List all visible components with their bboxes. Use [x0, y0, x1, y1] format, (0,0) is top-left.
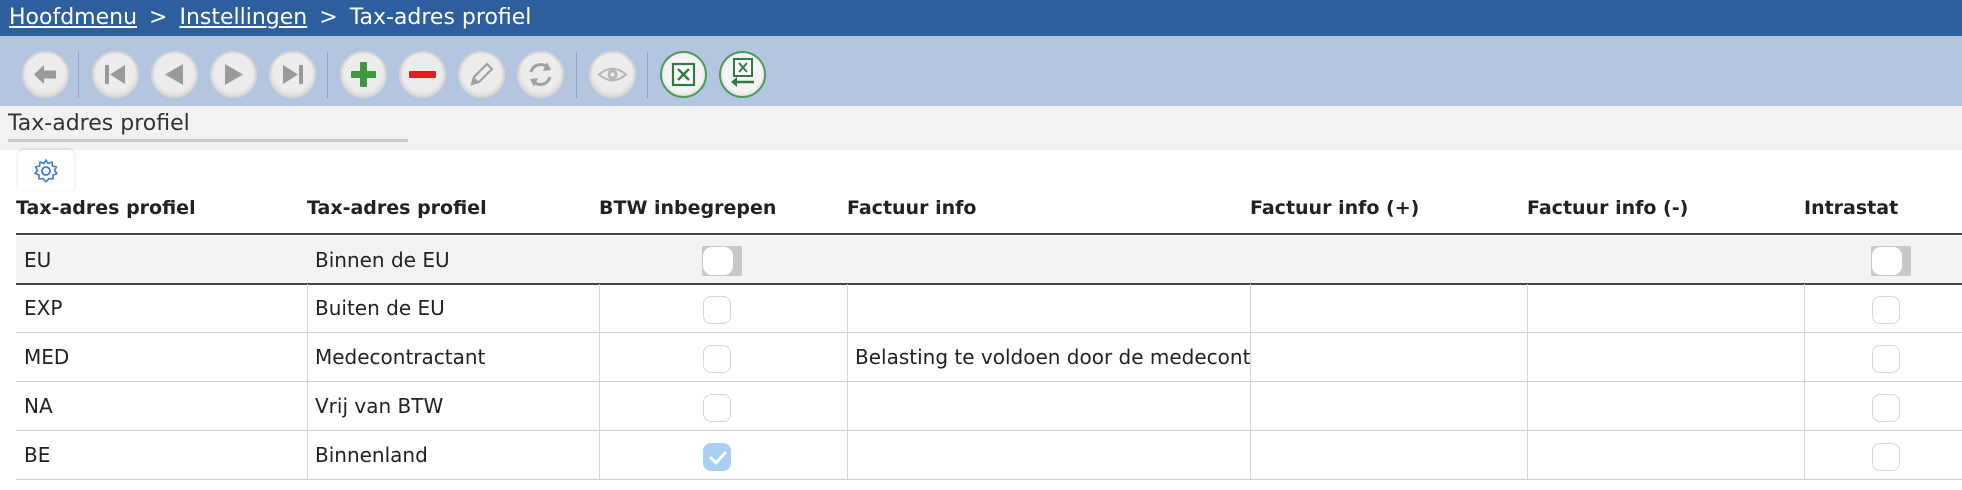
- delete-button[interactable]: [399, 51, 446, 98]
- checkbox-intrastat[interactable]: [1871, 246, 1911, 276]
- cell-name[interactable]: Binnen de EU: [307, 236, 599, 284]
- checkbox-btw-inbegrepen[interactable]: [703, 296, 731, 324]
- export-excel-icon: [671, 62, 696, 87]
- cell-factuur-info-min[interactable]: [1527, 284, 1804, 332]
- add-button[interactable]: [340, 51, 387, 98]
- column-divider: [599, 333, 600, 381]
- column-divider: [1804, 333, 1805, 381]
- view-icon: [597, 67, 628, 82]
- cell-factuur-info-plus[interactable]: [1250, 431, 1527, 479]
- column-divider: [599, 284, 600, 332]
- back-icon: [34, 65, 56, 84]
- cell-factuur-info-min[interactable]: [1527, 431, 1804, 479]
- cell-factuur-info[interactable]: Belasting te voldoen door de medecontr: [847, 333, 1250, 381]
- next-record-button[interactable]: [210, 51, 257, 98]
- checkmark-icon: [709, 451, 727, 465]
- column-divider: [1804, 284, 1805, 332]
- checkbox-btw-inbegrepen[interactable]: [703, 345, 731, 373]
- edit-button[interactable]: [458, 51, 505, 98]
- refresh-button[interactable]: [517, 51, 564, 98]
- toolbar: [0, 36, 1962, 106]
- cell-factuur-info[interactable]: [847, 431, 1250, 479]
- toolbar-separator: [78, 52, 79, 98]
- table-row[interactable]: MED Medecontractant Belasting te voldoen d…: [16, 333, 1962, 382]
- column-divider: [599, 431, 600, 479]
- cell-code[interactable]: NA: [16, 382, 307, 430]
- column-header-intrastat[interactable]: Intrastat: [1804, 190, 1962, 234]
- column-divider: [1804, 382, 1805, 430]
- first-icon: [105, 65, 125, 84]
- checkbox-btw-inbegrepen[interactable]: [703, 394, 731, 422]
- cell-factuur-info[interactable]: [847, 382, 1250, 430]
- table-row[interactable]: NA Vrij van BTW: [16, 382, 1962, 431]
- breadcrumb-separator: >: [149, 5, 168, 30]
- last-icon: [283, 65, 303, 84]
- table-row[interactable]: BE Binnenland: [16, 431, 1962, 480]
- toolbar-separator: [576, 52, 577, 98]
- cell-code[interactable]: MED: [16, 333, 307, 381]
- checkbox-intrastat[interactable]: [1872, 345, 1900, 373]
- edit-icon: [470, 62, 494, 86]
- column-header-factuur-info-min[interactable]: Factuur info (-): [1527, 190, 1802, 234]
- title-underline: [8, 139, 408, 142]
- add-icon: [351, 62, 376, 87]
- cell-code[interactable]: BE: [16, 431, 307, 479]
- cell-code[interactable]: EU: [16, 236, 307, 284]
- delete-icon: [409, 71, 436, 78]
- column-header-name[interactable]: Tax-adres profiel: [307, 190, 597, 234]
- cell-factuur-info-plus[interactable]: [1250, 333, 1527, 381]
- next-icon: [225, 64, 243, 85]
- breadcrumb-separator: >: [319, 5, 338, 30]
- previous-record-button[interactable]: [151, 51, 198, 98]
- cell-name[interactable]: Buiten de EU: [307, 284, 599, 332]
- table-row[interactable]: EU Binnen de EU: [16, 236, 1962, 285]
- cell-factuur-info-plus[interactable]: [1250, 236, 1527, 284]
- cell-factuur-info-plus[interactable]: [1250, 382, 1527, 430]
- grid-settings-tab[interactable]: [18, 150, 74, 190]
- first-record-button[interactable]: [92, 51, 139, 98]
- cell-name[interactable]: Vrij van BTW: [307, 382, 599, 430]
- last-record-button[interactable]: [269, 51, 316, 98]
- back-button[interactable]: [22, 51, 69, 98]
- refresh-icon: [529, 62, 552, 87]
- cell-factuur-info-min[interactable]: [1527, 333, 1804, 381]
- checkbox-btw-inbegrepen[interactable]: [702, 246, 742, 276]
- checkbox-intrastat[interactable]: [1872, 296, 1900, 324]
- import-excel-icon: [731, 58, 754, 87]
- cell-factuur-info-min[interactable]: [1527, 382, 1804, 430]
- cell-factuur-info[interactable]: [847, 236, 1250, 284]
- breadcrumb-home-link[interactable]: Hoofdmenu: [9, 5, 137, 30]
- cell-factuur-info-min[interactable]: [1527, 236, 1804, 284]
- column-divider: [1804, 431, 1805, 479]
- page-header: Tax-adres profiel: [0, 106, 1962, 150]
- checkbox-intrastat-box: [1872, 247, 1902, 275]
- checkbox-btw-inbegrepen-box: [703, 247, 733, 275]
- column-header-btw-inbegrepen[interactable]: BTW inbegrepen: [599, 190, 844, 234]
- gear-icon: [34, 159, 58, 183]
- column-header-factuur-info[interactable]: Factuur info: [847, 190, 1247, 234]
- column-divider: [599, 382, 600, 430]
- cell-name[interactable]: Medecontractant: [307, 333, 599, 381]
- page-title: Tax-adres profiel: [8, 111, 190, 136]
- table-row[interactable]: EXP Buiten de EU: [16, 284, 1962, 333]
- checkbox-btw-inbegrepen[interactable]: [703, 443, 731, 471]
- breadcrumb: Hoofdmenu > Instellingen > Tax-adres profiel: [0, 0, 1962, 36]
- column-header-factuur-info-plus[interactable]: Factuur info (+): [1250, 190, 1525, 234]
- column-header-code[interactable]: Tax-adres profiel: [16, 190, 306, 234]
- breadcrumb-current: Tax-adres profiel: [349, 5, 532, 30]
- previous-icon: [165, 64, 183, 85]
- cell-factuur-info-plus[interactable]: [1250, 284, 1527, 332]
- toolbar-separator: [327, 52, 328, 98]
- header-divider: [16, 233, 1962, 235]
- cell-code[interactable]: EXP: [16, 284, 307, 332]
- view-button[interactable]: [589, 51, 636, 98]
- checkbox-intrastat[interactable]: [1872, 443, 1900, 471]
- cell-name[interactable]: Binnenland: [307, 431, 599, 479]
- toolbar-separator: [647, 52, 648, 98]
- export-excel-button[interactable]: [660, 51, 707, 98]
- cell-factuur-info[interactable]: [847, 284, 1250, 332]
- breadcrumb-settings-link[interactable]: Instellingen: [179, 5, 307, 30]
- import-excel-button[interactable]: [719, 51, 766, 98]
- checkbox-intrastat[interactable]: [1872, 394, 1900, 422]
